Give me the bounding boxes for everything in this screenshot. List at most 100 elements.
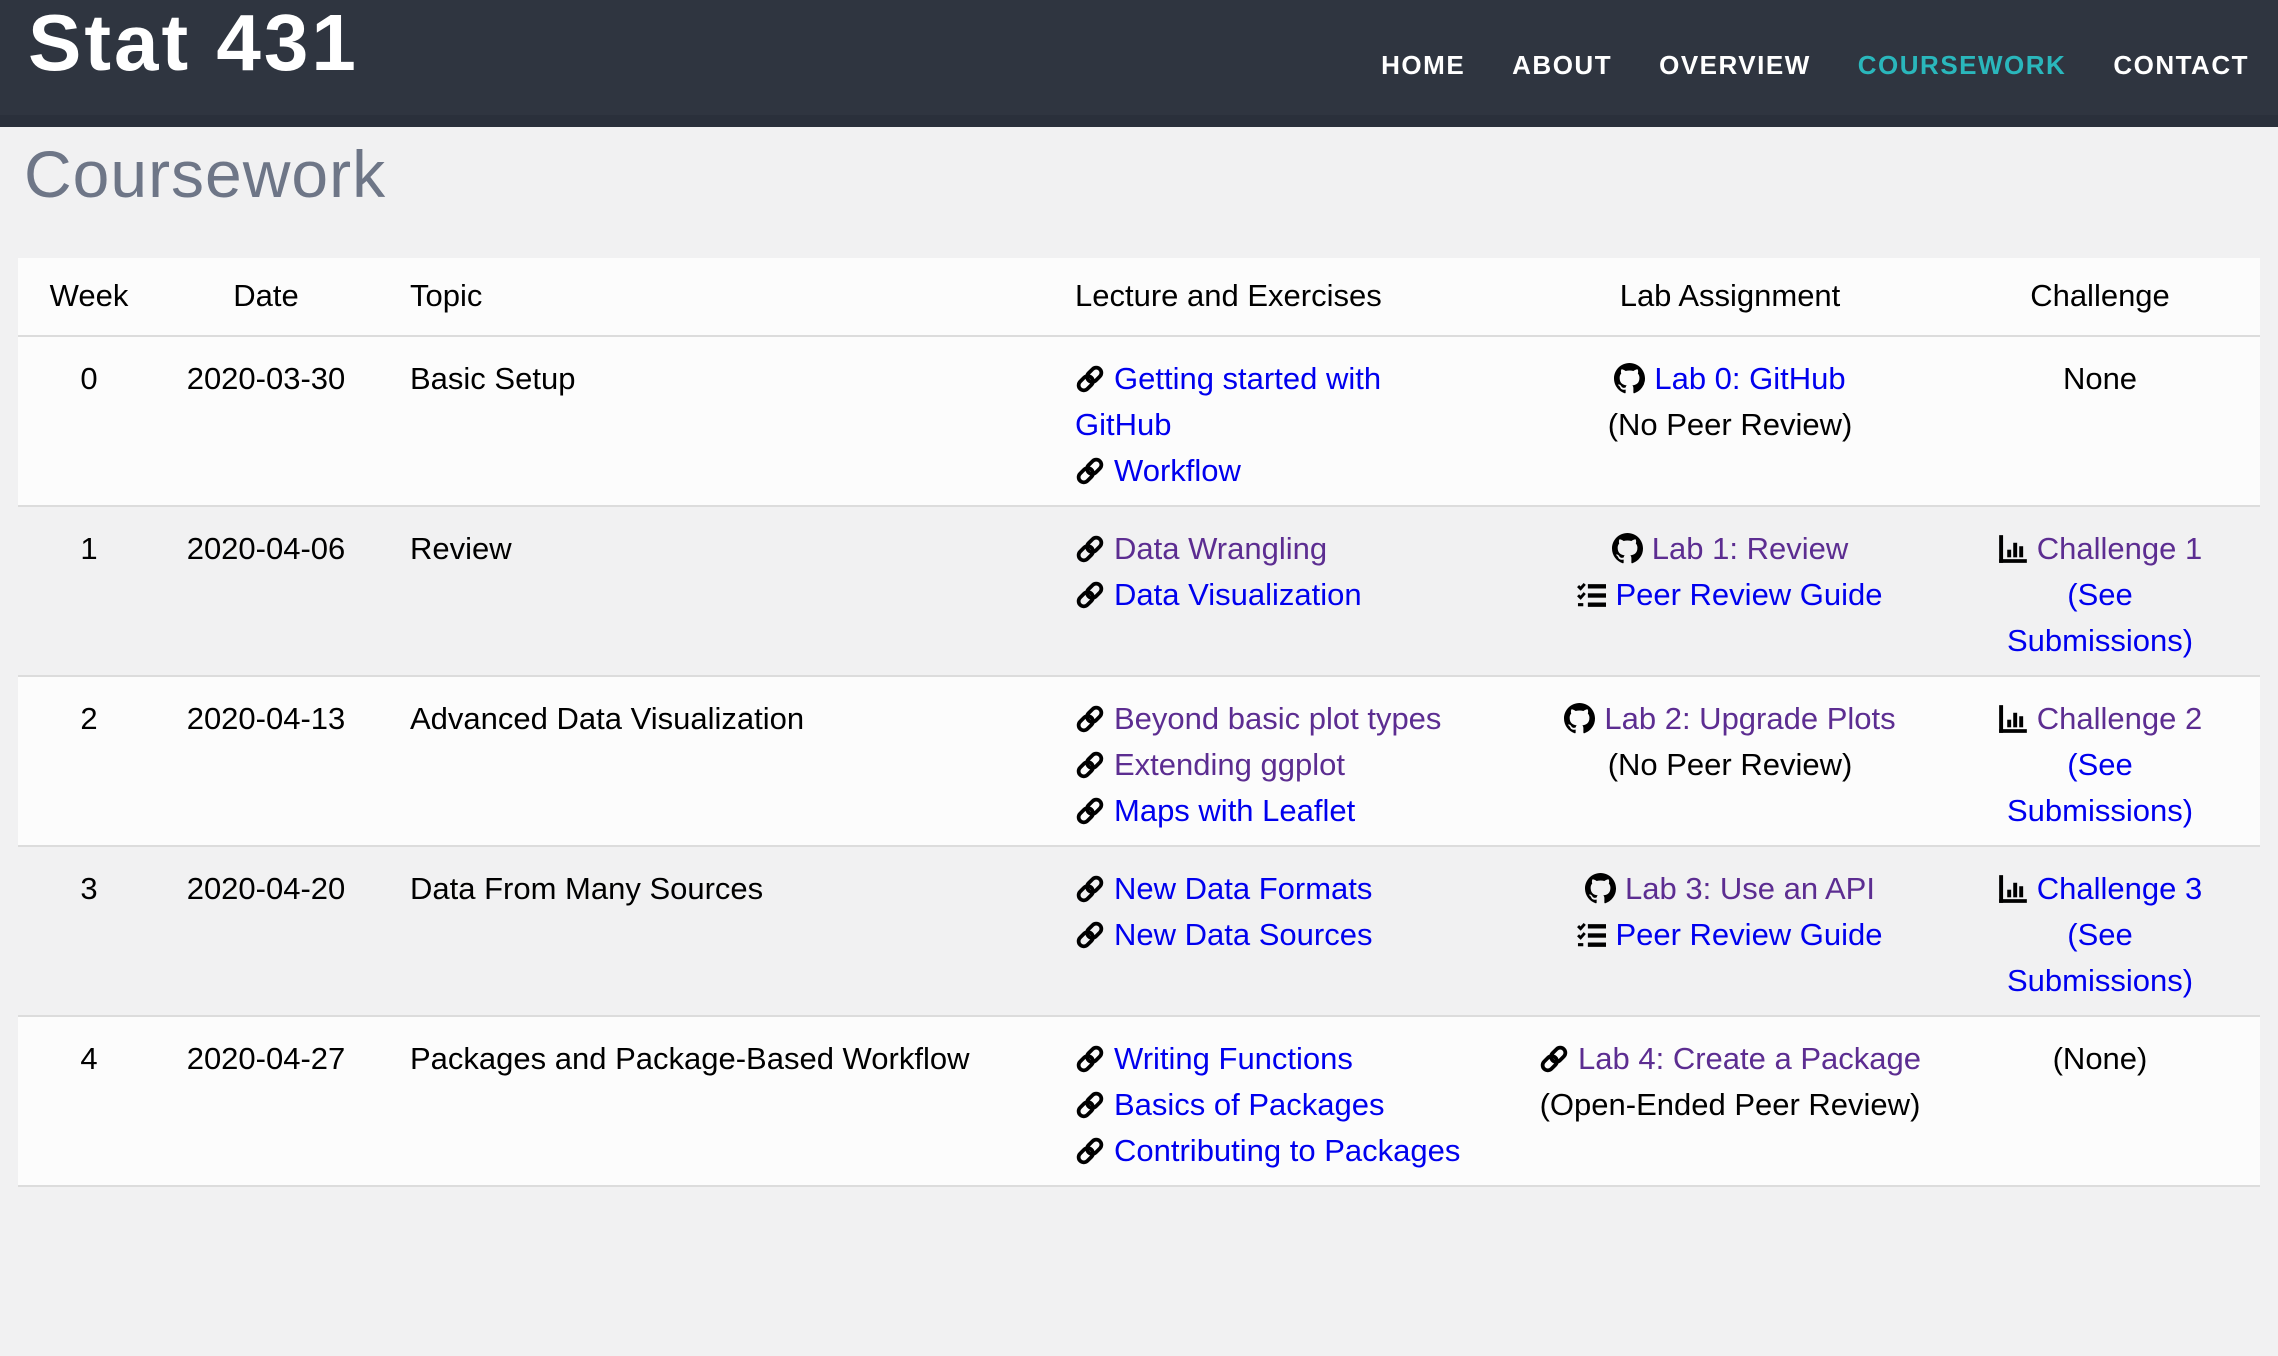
github-icon — [1614, 363, 1645, 394]
table-row-week-0: 02020-03-30Basic Setup Getting started wi… — [18, 336, 2260, 506]
see-submissions-link[interactable]: (See Submissions) — [2007, 917, 2193, 998]
see-submissions-link[interactable]: (See Submissions) — [2007, 577, 2193, 658]
chart-icon — [1998, 534, 2028, 564]
table-header-row: WeekDateTopicLecture and ExercisesLab As… — [18, 258, 2260, 336]
lecture-link[interactable]: Extending ggplot — [1114, 747, 1345, 782]
table-row-week-4: 42020-04-27Packages and Package-Based Wo… — [18, 1016, 2260, 1186]
lab-link[interactable]: Lab 4: Create a Package — [1578, 1041, 1921, 1076]
table-body: 02020-03-30Basic Setup Getting started wi… — [18, 336, 2260, 1356]
week-cell: 0 — [18, 336, 160, 506]
challenge-links: Challenge 1 (See Submissions) — [1992, 526, 2208, 664]
lab-note: (No Peer Review) — [1528, 402, 1932, 448]
col-header-date: Date — [160, 258, 372, 336]
col-header-lab-assignment: Lab Assignment — [1520, 258, 1940, 336]
topic-cell: Advanced Data Visualization — [372, 676, 1030, 846]
topic-cell: Basic Setup — [372, 336, 1030, 506]
col-header-topic: Topic — [372, 258, 1030, 336]
lab-note: (No Peer Review) — [1528, 742, 1932, 788]
link-icon — [1075, 364, 1105, 394]
lab-link[interactable]: Lab 3: Use an API — [1625, 871, 1875, 906]
lecture-link[interactable]: Data Visualization — [1114, 577, 1362, 612]
nav-link-home[interactable]: HOME — [1381, 50, 1465, 81]
nav-link-coursework[interactable]: COURSEWORK — [1858, 50, 2067, 81]
lab-note: (Open-Ended Peer Review) — [1528, 1082, 1932, 1128]
challenge-note: (None) — [1992, 1036, 2208, 1082]
nav-link-about[interactable]: ABOUT — [1512, 50, 1612, 81]
partial-row-cell — [18, 1186, 2260, 1356]
challenge-links: Challenge 3 (See Submissions) — [1992, 866, 2208, 1004]
github-icon — [1585, 873, 1616, 904]
challenge-cell: Challenge 3 (See Submissions) — [1940, 846, 2260, 1016]
topic-cell: Data From Many Sources — [372, 846, 1030, 1016]
lab-cell: Lab 3: Use an API Peer Review Guide — [1520, 846, 1940, 1016]
lab-link[interactable]: Lab 2: Upgrade Plots — [1604, 701, 1895, 736]
challenge-link[interactable]: Challenge 1 — [2037, 531, 2202, 566]
lab-link[interactable]: Lab 1: Review — [1652, 531, 1848, 566]
link-icon — [1075, 920, 1105, 950]
link-icon — [1075, 1090, 1105, 1120]
lecture-link[interactable]: New Data Sources — [1114, 917, 1372, 952]
challenge-cell: Challenge 2 (See Submissions) — [1940, 676, 2260, 846]
coursework-table-wrap: WeekDateTopicLecture and ExercisesLab As… — [18, 258, 2260, 1356]
challenge-cell: (None) — [1940, 1016, 2260, 1186]
coursework-table: WeekDateTopicLecture and ExercisesLab As… — [18, 258, 2260, 1356]
lecture-cell: Data Wrangling Data Visualization — [1030, 506, 1520, 676]
week-cell: 1 — [18, 506, 160, 676]
lab-link[interactable]: Peer Review Guide — [1615, 577, 1882, 612]
table-row-partial — [18, 1186, 2260, 1356]
nav-links: HOME ABOUT OVERVIEW COURSEWORK CONTACT — [1381, 50, 2249, 81]
link-icon — [1075, 750, 1105, 780]
page-title: Coursework — [0, 127, 2278, 209]
challenge-link[interactable]: Challenge 3 — [2037, 871, 2202, 906]
see-submissions-link[interactable]: (See Submissions) — [2007, 747, 2193, 828]
lab-cell: Lab 4: Create a Package (Open-Ended Peer … — [1520, 1016, 1940, 1186]
date-cell: 2020-03-30 — [160, 336, 372, 506]
nav-link-overview[interactable]: OVERVIEW — [1659, 50, 1811, 81]
link-icon — [1075, 580, 1105, 610]
lecture-link[interactable]: Contributing to Packages — [1114, 1133, 1460, 1168]
challenge-cell: Challenge 1 (See Submissions) — [1940, 506, 2260, 676]
chart-icon — [1998, 704, 2028, 734]
lecture-link[interactable]: Getting started with GitHub — [1075, 361, 1381, 442]
link-icon — [1075, 796, 1105, 826]
topic-cell: Packages and Package-Based Workflow — [372, 1016, 1030, 1186]
chart-icon — [1998, 874, 2028, 904]
lecture-link[interactable]: Beyond basic plot types — [1114, 701, 1441, 736]
date-cell: 2020-04-06 — [160, 506, 372, 676]
challenge-link[interactable]: Challenge 2 — [2037, 701, 2202, 736]
week-cell: 3 — [18, 846, 160, 1016]
lecture-link[interactable]: Basics of Packages — [1114, 1087, 1385, 1122]
col-header-week: Week — [18, 258, 160, 336]
date-cell: 2020-04-13 — [160, 676, 372, 846]
lecture-link[interactable]: New Data Formats — [1114, 871, 1372, 906]
link-icon — [1075, 874, 1105, 904]
lecture-cell: Beyond basic plot types Extending ggplot M… — [1030, 676, 1520, 846]
github-icon — [1612, 533, 1643, 564]
lecture-link[interactable]: Maps with Leaflet — [1114, 793, 1355, 828]
topic-cell: Review — [372, 506, 1030, 676]
col-header-lecture-and-exercises: Lecture and Exercises — [1030, 258, 1520, 336]
link-icon — [1075, 704, 1105, 734]
date-cell: 2020-04-27 — [160, 1016, 372, 1186]
nav-link-contact[interactable]: CONTACT — [2113, 50, 2249, 81]
lecture-link[interactable]: Workflow — [1114, 453, 1241, 488]
lecture-link[interactable]: Writing Functions — [1114, 1041, 1353, 1076]
github-icon — [1564, 703, 1595, 734]
lecture-cell: New Data Formats New Data Sources — [1030, 846, 1520, 1016]
lab-link[interactable]: Peer Review Guide — [1615, 917, 1882, 952]
lab-cell: Lab 1: Review Peer Review Guide — [1520, 506, 1940, 676]
challenge-cell: None — [1940, 336, 2260, 506]
week-cell: 2 — [18, 676, 160, 846]
table-row-week-2: 22020-04-13Advanced Data VisualizationBe… — [18, 676, 2260, 846]
link-icon — [1075, 456, 1105, 486]
lecture-cell: Writing Functions Basics of Packages Contr… — [1030, 1016, 1520, 1186]
table-row-week-3: 32020-04-20Data From Many SourcesNew Dat… — [18, 846, 2260, 1016]
brand-logo[interactable]: Stat 431 — [28, 0, 359, 84]
tasks-icon — [1577, 921, 1606, 950]
lab-cell: Lab 0: GitHub (No Peer Review) — [1520, 336, 1940, 506]
col-header-challenge: Challenge — [1940, 258, 2260, 336]
date-cell: 2020-04-20 — [160, 846, 372, 1016]
lecture-link[interactable]: Data Wrangling — [1114, 531, 1327, 566]
lab-cell: Lab 2: Upgrade Plots (No Peer Review) — [1520, 676, 1940, 846]
lab-link[interactable]: Lab 0: GitHub — [1654, 361, 1845, 396]
